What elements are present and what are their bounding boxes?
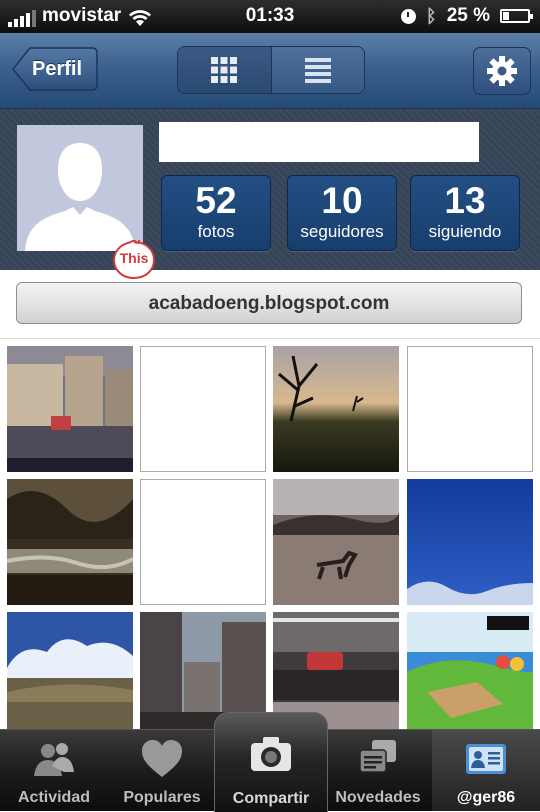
photos-label: fotos [197,222,235,241]
photos-count: 52 [195,180,237,221]
photo-thumbnail-blue-sky[interactable] [407,479,533,605]
battery-level [503,12,509,20]
followers-count: 10 [321,180,363,221]
battery-icon [500,9,533,23]
following-label: siguiendo [428,222,502,241]
photo-thumbnail-street-plaza[interactable] [7,346,133,472]
people-icon [34,743,74,776]
back-label: Perfil [32,58,83,80]
tab-label-profile: @ger86 [456,789,516,806]
followers-label: seguidores [300,222,384,241]
news-icon [359,740,396,773]
battery-percent: 25 % [446,5,490,26]
back-button[interactable]: Perfil [12,47,98,91]
tab-compartir[interactable]: Compartir [214,712,328,812]
clock-icon [400,8,416,24]
photo-thumbnail-clouds-landscape[interactable] [7,612,133,738]
avatar[interactable] [17,125,143,251]
status-bar: movistar 01:33 ᛒ 25 % [0,0,540,33]
photo-grid [0,339,540,738]
photos-count-button[interactable]: 52 fotos [161,175,271,251]
bluetooth-icon: ᛒ [425,5,437,26]
gear-icon [487,56,517,86]
following-count: 13 [444,180,486,221]
grid-view-button[interactable] [178,47,271,93]
tab-label-novedades: Novedades [335,789,421,806]
tab-bar: Actividad Populares Compartir Novedades … [0,712,540,812]
default-avatar-icon [25,143,135,251]
photo-thumbnail-empty[interactable] [140,346,266,472]
username-field [159,122,479,162]
status-right: ᛒ 25 % [400,5,533,27]
following-count-button[interactable]: 13 siguiendo [410,175,520,251]
navigation-bar: Perfil [0,33,540,109]
photo-thumbnail-empty[interactable] [140,479,266,605]
tab-novedades[interactable]: Novedades [324,730,432,811]
photo-thumbnail-tree-sunset[interactable] [273,346,399,472]
photo-thumbnail-forest-stream[interactable] [7,479,133,605]
photo-thumbnail-empty[interactable] [407,346,533,472]
settings-button[interactable] [473,47,531,95]
tab-label-actividad: Actividad [17,789,90,806]
photo-thumbnail-game-screenshot[interactable] [407,612,533,738]
view-mode-toggle [177,46,365,94]
tab-actividad[interactable]: Actividad [0,730,108,811]
website-link-button[interactable]: acabadoeng.blogspot.com [16,282,522,324]
grid-view-icon [211,57,238,83]
list-view-button[interactable] [270,47,364,93]
profile-card-icon [466,744,506,774]
camera-icon [251,737,291,771]
photo-thumbnail-horse-field[interactable] [273,479,399,605]
tab-label-compartir: Compartir [232,790,310,807]
heart-icon [142,740,182,777]
followers-count-button[interactable]: 10 seguidores [287,175,397,251]
this-badge: This [112,236,156,280]
tab-label-populares: Populares [123,789,201,806]
tab-populares[interactable]: Populares [108,730,216,811]
tab-profile[interactable]: @ger86 [432,730,540,811]
list-view-icon [304,58,331,83]
website-section: acabadoeng.blogspot.com [0,270,540,339]
profile-header: 52 fotos 10 seguidores 13 siguiendo This [0,109,540,280]
this-badge-label: This [119,250,149,266]
